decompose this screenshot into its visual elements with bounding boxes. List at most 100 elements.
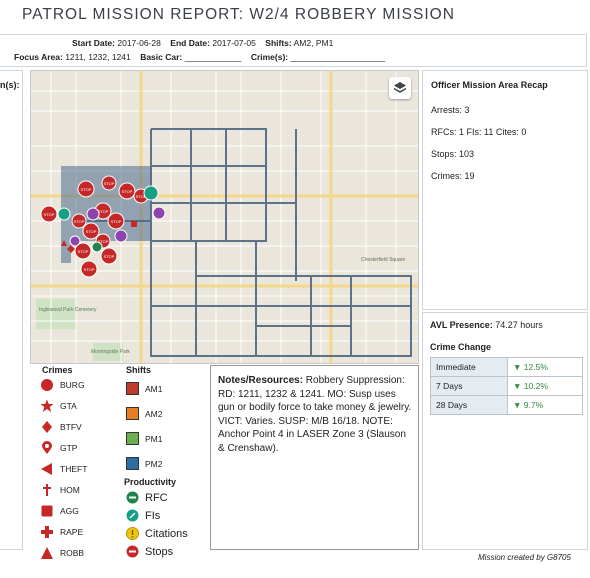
end-date-value: 2017-07-05	[212, 38, 256, 48]
legend-item: ROBB	[40, 546, 84, 560]
park-area	[36, 299, 76, 329]
legend-label: HOM	[60, 485, 80, 495]
legend-item: BURG	[40, 378, 85, 392]
legend-item: AM2	[126, 407, 162, 420]
rfc-icon	[126, 491, 139, 504]
place-label: Chesterfield Square	[361, 257, 405, 263]
stop-marker: STOP	[101, 175, 117, 191]
shifts-value: AM2, PM1	[293, 38, 334, 48]
citation-icon	[126, 527, 139, 540]
svg-text:STOP: STOP	[74, 219, 85, 224]
crime-change-title: Crime Change	[430, 342, 492, 352]
legend-label: Citations	[145, 527, 188, 540]
legend-label: Stops	[145, 545, 174, 558]
dagger-icon	[43, 484, 51, 496]
crime-change-table: Immediate ▼ 12.5% 7 Days ▼ 10.2% 28 Days…	[430, 357, 583, 415]
legend-item: Stops	[126, 545, 173, 558]
notes-body: Robbery Suppression: RD: 1211, 1232 & 12…	[218, 375, 412, 454]
end-date-label: End Date:	[170, 38, 210, 48]
table-row: 7 Days ▼ 10.2%	[430, 376, 583, 396]
recap-stops: Stops: 103	[431, 149, 475, 159]
svg-text:STOP: STOP	[104, 181, 115, 186]
footer-credit: Mission created by G8705	[478, 553, 571, 562]
map-pin-icon	[42, 441, 52, 454]
fi-icon	[126, 509, 139, 522]
svg-text:STOP: STOP	[104, 254, 115, 259]
recap-title: Officer Mission Area Recap	[431, 80, 548, 90]
basic-car-label: Basic Car:	[140, 52, 183, 62]
focus-line: Focus Area: 1211, 1232, 1241 Basic Car: …	[14, 52, 385, 62]
shift-swatch-icon	[126, 432, 139, 445]
legend-label: ROBB	[60, 548, 85, 558]
legend-item: PM1	[126, 432, 162, 445]
date-shift-line: Start Date: 2017-06-28 End Date: 2017-07…	[72, 38, 333, 48]
left-panel	[0, 70, 23, 550]
legend-item: AGG	[40, 504, 79, 518]
svg-text:STOP: STOP	[44, 212, 55, 217]
layers-icon	[393, 82, 407, 93]
focus-area-value: 1211, 1232, 1241	[65, 52, 131, 62]
place-label: Morningside Park	[91, 349, 130, 355]
legend-label: GTP	[60, 443, 78, 453]
stop-marker: STOP	[80, 260, 98, 278]
change-cell: ▼ 12.5%	[507, 357, 583, 377]
legend-label: AM2	[145, 408, 163, 419]
cross-icon	[41, 526, 53, 538]
shifts-legend-title: Shifts	[126, 365, 152, 375]
stop-marker: STOP	[107, 212, 125, 230]
legend-label: FIs	[145, 509, 161, 522]
star-icon	[40, 399, 54, 412]
layers-button[interactable]	[389, 77, 411, 99]
change-cell: ▼ 9.7%	[507, 395, 583, 415]
legend-label: BTFV	[60, 422, 82, 432]
stop-marker: STOP	[40, 205, 58, 223]
legend-item: BTFV	[40, 420, 82, 434]
stop-marker: STOP	[71, 213, 87, 229]
legend-item: RAPE	[40, 525, 83, 539]
legend-label: PM2	[145, 458, 163, 469]
stop-sign-icon	[126, 545, 139, 558]
legend-item: HOM	[40, 483, 80, 497]
notes-box: Notes/Resources: Robbery Suppression: RD…	[210, 365, 419, 550]
legend-label: AGG	[60, 506, 79, 516]
legend-label: RFC	[145, 491, 168, 504]
table-row: 28 Days ▼ 9.7%	[430, 395, 583, 415]
legend-item: AM1	[126, 382, 162, 395]
legend-label: GTA	[60, 401, 77, 411]
start-date-label: Start Date:	[72, 38, 115, 48]
legend-item: GTP	[40, 441, 77, 455]
place-label: Inglewood Park Cemetery	[39, 307, 97, 313]
avl-presence: AVL Presence: 74.27 hours	[430, 320, 543, 330]
legend-item: Citations	[126, 527, 188, 540]
circle-icon	[41, 379, 53, 391]
legend-item: FIs	[126, 509, 160, 522]
productivity-legend-title: Productivity	[124, 477, 177, 487]
recap-crimes: Crimes: 19	[431, 171, 475, 181]
legend-label: RAPE	[60, 527, 84, 537]
notes-label: Notes/Resources:	[218, 375, 304, 386]
stop-marker: STOP	[82, 222, 100, 240]
shift-swatch-icon	[126, 457, 139, 470]
legend-item: GTA	[40, 399, 77, 413]
avl-value: 74.27 hours	[495, 320, 543, 330]
stop-marker: STOP	[77, 180, 95, 198]
period-cell: Immediate	[430, 357, 508, 377]
svg-text:STOP: STOP	[111, 219, 122, 224]
crimes-legend-title: Crimes	[42, 365, 73, 375]
report-header: Start Date: 2017-06-28 End Date: 2017-07…	[0, 34, 587, 67]
triangle-left-icon	[41, 463, 52, 475]
period-cell: 7 Days	[430, 376, 508, 396]
mission-map[interactable]: STOP STOP STOP STOP STOP STOP STOP STOP …	[30, 70, 419, 364]
svg-text:STOP: STOP	[86, 229, 97, 234]
shifts-label: Shifts:	[265, 38, 292, 48]
period-cell: 28 Days	[430, 395, 508, 415]
avl-label: AVL Presence:	[430, 320, 493, 330]
notes-text: Notes/Resources: Robbery Suppression: RD…	[218, 374, 414, 455]
change-cell: ▼ 10.2%	[507, 376, 583, 396]
legend-label: AM1	[145, 383, 163, 394]
start-date-value: 2017-06-28	[117, 38, 161, 48]
legend-label: BURG	[60, 380, 85, 390]
shift-swatch-icon	[126, 407, 139, 420]
focus-area-label: Focus Area:	[14, 52, 63, 62]
triangle-up-icon	[41, 547, 53, 559]
